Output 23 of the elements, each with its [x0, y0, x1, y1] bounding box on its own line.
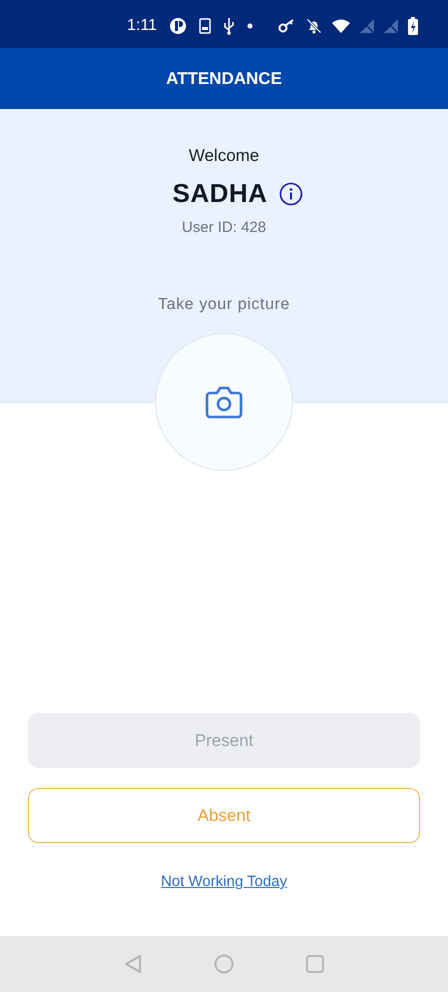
app-title: ATTENDANCE: [166, 68, 282, 88]
absent-button[interactable]: Absent: [28, 788, 420, 843]
back-icon[interactable]: [124, 954, 142, 974]
photo-prompt: Take your picture: [158, 296, 290, 314]
greeting-text: Welcome: [188, 146, 260, 166]
usb-icon: [222, 17, 235, 35]
wifi-icon: [332, 19, 350, 33]
home-icon[interactable]: [214, 954, 234, 974]
info-icon[interactable]: [279, 182, 304, 206]
muted-bell-icon: [306, 18, 322, 34]
status-time: 1:11: [127, 17, 157, 35]
user-id-text: User ID: 428: [182, 219, 266, 236]
user-name: SADHA: [172, 178, 268, 209]
dot-icon: [246, 23, 253, 29]
not-working-link[interactable]: Not Working Today: [160, 873, 288, 890]
charging-battery-icon: [408, 17, 418, 35]
recents-icon[interactable]: [306, 955, 324, 973]
no-signal-icon: [360, 19, 374, 33]
sim-card-icon: [198, 18, 211, 34]
key-icon: [278, 19, 296, 33]
no-signal-icon: [384, 19, 398, 33]
app-notification-icon: [168, 17, 187, 35]
camera-icon: [204, 385, 244, 419]
